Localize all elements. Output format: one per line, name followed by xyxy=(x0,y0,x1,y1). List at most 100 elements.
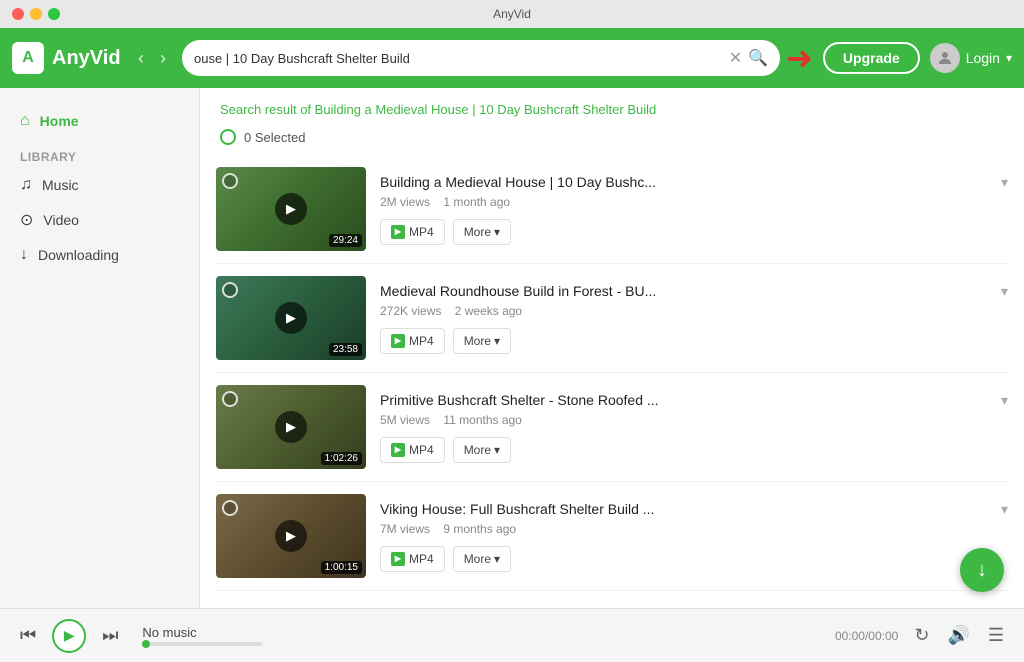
logo-area: A AnyVid xyxy=(12,42,122,74)
login-label: Login xyxy=(966,50,1000,66)
mp4-button-4[interactable]: ▶ MP4 xyxy=(380,546,445,572)
maximize-button[interactable] xyxy=(48,8,60,20)
mp4-button-2[interactable]: ▶ MP4 xyxy=(380,328,445,354)
video-info-2: Medieval Roundhouse Build in Forest - BU… xyxy=(380,283,1008,354)
app-name: AnyVid xyxy=(52,47,121,70)
search-query-text: ouse | 10 Day Bushcraft Shelter Build xyxy=(194,51,723,66)
logo-letter: A xyxy=(22,49,34,67)
close-button[interactable] xyxy=(12,8,24,20)
sidebar-downloading-label: Downloading xyxy=(38,247,119,263)
mp4-label-4: MP4 xyxy=(409,552,434,566)
dropdown-arrow-icon[interactable]: ▾ xyxy=(1006,51,1012,65)
volume-button[interactable]: 🔊 xyxy=(943,621,973,650)
minimize-button[interactable] xyxy=(30,8,42,20)
play-overlay-4[interactable]: ▶ xyxy=(275,520,307,552)
download-icon: ↓ xyxy=(20,246,28,264)
selected-count-text: 0 Selected xyxy=(244,130,305,145)
more-label-3: More xyxy=(464,443,491,457)
more-label-4: More xyxy=(464,552,491,566)
main-content: Search result of Building a Medieval Hou… xyxy=(200,88,1024,608)
video-title-row-2: Medieval Roundhouse Build in Forest - BU… xyxy=(380,283,1008,300)
video-icon: ⊙ xyxy=(20,210,33,230)
video-chevron-4[interactable]: ▾ xyxy=(1001,501,1008,518)
video-actions-4: ▶ MP4 More ▾ xyxy=(380,546,1008,572)
more-button-4[interactable]: More ▾ xyxy=(453,546,511,572)
sidebar-item-music[interactable]: ♫ Music xyxy=(0,168,199,202)
video-info-3: Primitive Bushcraft Shelter - Stone Roof… xyxy=(380,392,1008,463)
mp4-icon-2: ▶ xyxy=(391,334,405,348)
next-track-button[interactable]: ⏭ xyxy=(98,621,122,650)
app-body: ⌂ Home Library ♫ Music ⊙ Video ↓ Downloa… xyxy=(0,88,1024,608)
more-chevron-3: ▾ xyxy=(494,443,500,457)
video-actions-2: ▶ MP4 More ▾ xyxy=(380,328,1008,354)
video-ago-2: 2 weeks ago xyxy=(455,304,522,318)
upgrade-button[interactable]: Upgrade xyxy=(823,42,920,74)
play-overlay-3[interactable]: ▶ xyxy=(275,411,307,443)
more-button-2[interactable]: More ▾ xyxy=(453,328,511,354)
search-bar[interactable]: ouse | 10 Day Bushcraft Shelter Build ✕ … xyxy=(182,40,780,76)
video-chevron-3[interactable]: ▾ xyxy=(1001,392,1008,409)
more-chevron-2: ▾ xyxy=(494,334,500,348)
video-chevron-2[interactable]: ▾ xyxy=(1001,283,1008,300)
forward-button[interactable]: › xyxy=(154,46,172,71)
video-meta-3: 5M views 11 months ago xyxy=(380,413,1008,427)
avatar xyxy=(930,43,960,73)
more-button-1[interactable]: More ▾ xyxy=(453,219,511,245)
mp4-icon-3: ▶ xyxy=(391,443,405,457)
search-result-header: Search result of Building a Medieval Hou… xyxy=(200,88,1024,125)
sidebar-music-label: Music xyxy=(42,177,79,193)
play-pause-button[interactable]: ▶ xyxy=(52,619,86,653)
track-info: No music xyxy=(142,625,815,646)
fab-download-button[interactable]: ↓ xyxy=(960,548,1004,592)
video-ago-1: 1 month ago xyxy=(443,195,510,209)
play-overlay-1[interactable]: ▶ xyxy=(275,193,307,225)
search-result-query: Building a Medieval House | 10 Day Bushc… xyxy=(315,102,657,117)
mp4-icon-1: ▶ xyxy=(391,225,405,239)
duration-3: 1:02:26 xyxy=(321,452,362,465)
video-select-4[interactable] xyxy=(222,500,238,516)
video-meta-1: 2M views 1 month ago xyxy=(380,195,1008,209)
bottom-player-bar: ⏮ ▶ ⏭ No music 00:00/00:00 ↻ 🔊 ☰ xyxy=(0,608,1024,662)
select-all-circle[interactable] xyxy=(220,129,236,145)
more-button-3[interactable]: More ▾ xyxy=(453,437,511,463)
mp4-icon-4: ▶ xyxy=(391,552,405,566)
back-button[interactable]: ‹ xyxy=(132,46,150,71)
home-icon: ⌂ xyxy=(20,112,30,130)
duration-4: 1:00:15 xyxy=(321,561,362,574)
login-area[interactable]: Login ▾ xyxy=(930,43,1012,73)
mp4-button-3[interactable]: ▶ MP4 xyxy=(380,437,445,463)
sidebar-item-video[interactable]: ⊙ Video xyxy=(0,202,199,238)
video-chevron-1[interactable]: ▾ xyxy=(1001,174,1008,191)
logo-icon: A xyxy=(12,42,44,74)
music-icon: ♫ xyxy=(20,176,32,194)
video-views-1: 2M views xyxy=(380,195,430,209)
play-overlay-2[interactable]: ▶ xyxy=(275,302,307,334)
prev-track-button[interactable]: ⏮ xyxy=(16,621,40,650)
search-button[interactable]: 🔍 xyxy=(748,48,768,68)
video-views-2: 272K views xyxy=(380,304,441,318)
mp4-label-1: MP4 xyxy=(409,225,434,239)
video-select-1[interactable] xyxy=(222,173,238,189)
track-name: No music xyxy=(142,625,815,640)
window-controls[interactable] xyxy=(12,8,60,20)
more-chevron-4: ▾ xyxy=(494,552,500,566)
sidebar-item-home[interactable]: ⌂ Home xyxy=(0,104,199,138)
video-select-2[interactable] xyxy=(222,282,238,298)
video-item-3: ▶ 1:02:26 Primitive Bushcraft Shelter - … xyxy=(216,373,1008,482)
video-select-3[interactable] xyxy=(222,391,238,407)
mp4-button-1[interactable]: ▶ MP4 xyxy=(380,219,445,245)
search-clear-button[interactable]: ✕ xyxy=(729,48,742,68)
sidebar-item-downloading[interactable]: ↓ Downloading xyxy=(0,238,199,272)
video-actions-3: ▶ MP4 More ▾ xyxy=(380,437,1008,463)
sidebar-video-label: Video xyxy=(43,212,79,228)
mp4-label-2: MP4 xyxy=(409,334,434,348)
video-ago-3: 11 months ago xyxy=(443,413,522,427)
video-title-row-4: Viking House: Full Bushcraft Shelter Bui… xyxy=(380,501,1008,518)
title-bar: AnyVid xyxy=(0,0,1024,28)
nav-buttons: ‹ › xyxy=(132,46,172,71)
repeat-button[interactable]: ↻ xyxy=(910,621,933,650)
playlist-button[interactable]: ☰ xyxy=(984,621,1008,650)
progress-bar[interactable] xyxy=(142,642,262,646)
sidebar: ⌂ Home Library ♫ Music ⊙ Video ↓ Downloa… xyxy=(0,88,200,608)
video-title-text-4: Viking House: Full Bushcraft Shelter Bui… xyxy=(380,501,995,517)
